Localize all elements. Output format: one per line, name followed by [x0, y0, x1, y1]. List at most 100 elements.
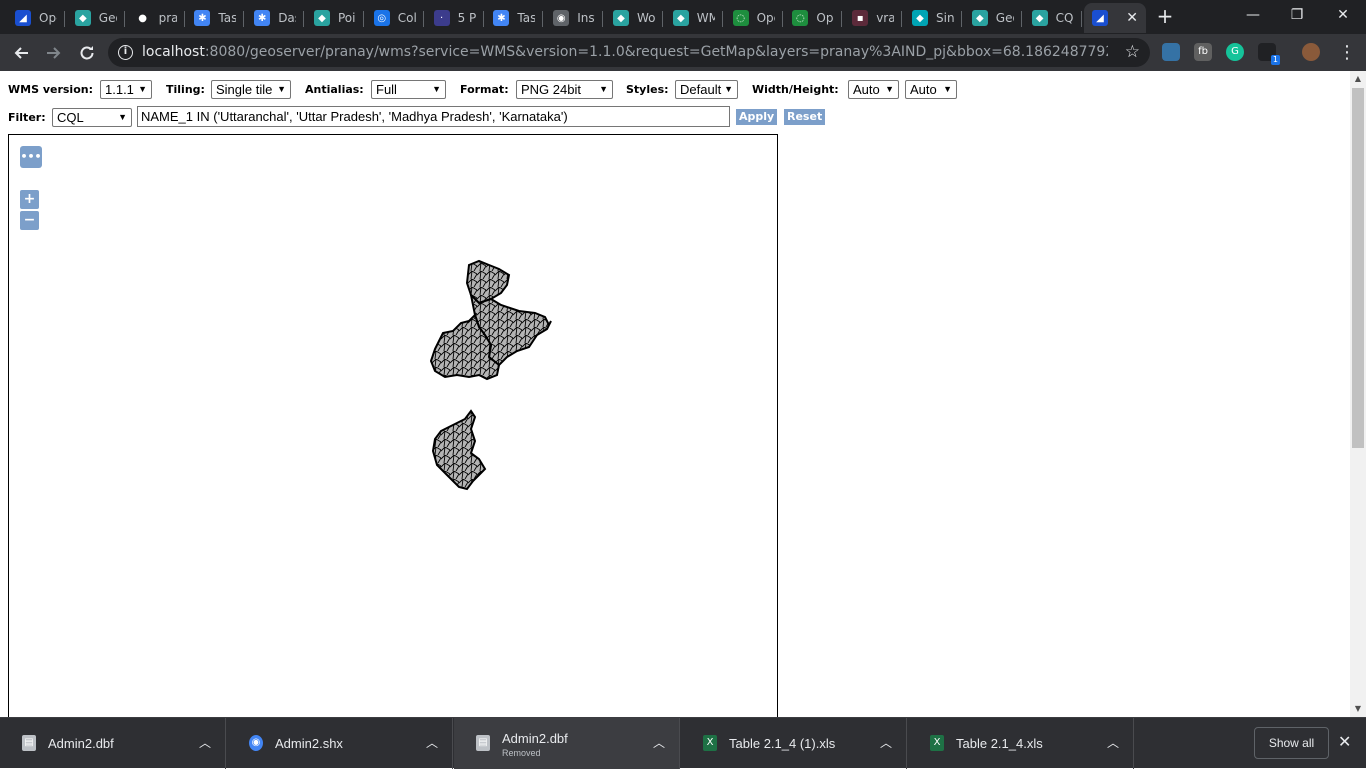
address-bar[interactable]: i localhost:8080/geoserver/pranay/wms?se…	[108, 38, 1150, 67]
download-filename: Admin2.shx	[275, 736, 343, 751]
browser-tab[interactable]: ● prai	[127, 3, 185, 33]
browser-tab[interactable]: ✱ Das	[246, 3, 305, 33]
browser-menu-button[interactable]: ⋮	[1334, 40, 1360, 66]
python-icon[interactable]	[1162, 43, 1180, 61]
chevron-up-icon[interactable]: ︿	[653, 734, 665, 751]
browser-tab[interactable]: ✱ Tasl	[485, 3, 544, 33]
tab-separator	[243, 11, 245, 27]
download-filename: Table 2.1_4 (1).xls	[729, 736, 836, 751]
styles-select[interactable]: Default ▼	[675, 80, 738, 99]
browser-tab[interactable]: ◢ Ope	[7, 3, 65, 33]
width-select[interactable]: Auto ▼	[848, 80, 899, 99]
vertical-scrollbar[interactable]: ▲ ▼	[1350, 71, 1366, 717]
chevron-up-icon[interactable]: ︿	[199, 734, 211, 751]
restore-button[interactable]: ❐	[1282, 4, 1312, 26]
tab-label: Tasl	[517, 11, 536, 25]
tiling-select[interactable]: Single tile ▼	[211, 80, 291, 99]
reload-button[interactable]	[74, 40, 100, 66]
browser-tab[interactable]: ◆ Sinç	[904, 3, 962, 33]
map-viewport[interactable]: ••• + −	[8, 134, 778, 717]
url-text[interactable]: localhost:8080/geoserver/pranay/wms?serv…	[142, 44, 1108, 60]
download-item[interactable]: ▤ Admin2.dbf ︿	[0, 718, 226, 769]
apply-button[interactable]: Apply	[736, 109, 778, 125]
close-window-button[interactable]: ✕	[1328, 4, 1358, 26]
browser-tab[interactable]: ◌ Ope	[725, 3, 783, 33]
tab-separator	[1080, 11, 1082, 27]
tab-label: Poir	[338, 11, 356, 25]
tab-active[interactable]: ◢ ✕	[1084, 3, 1146, 33]
height-select[interactable]: Auto ▼	[905, 80, 957, 99]
cube-icon[interactable]: 1	[1258, 43, 1280, 65]
tab-separator	[1020, 11, 1022, 27]
tab-separator	[901, 11, 903, 27]
zoom-out-button[interactable]: −	[20, 211, 39, 230]
back-button[interactable]	[8, 40, 34, 66]
tab-label: CQL	[1055, 11, 1074, 25]
map-toolbar-toggle-button[interactable]: •••	[20, 146, 42, 168]
wms-version-select[interactable]: 1.1.1 ▼	[100, 80, 152, 99]
browser-tab[interactable]: ▪ vrai	[844, 3, 903, 33]
download-item[interactable]: X Table 2.1_4 (1).xls ︿	[681, 718, 907, 769]
scroll-up-icon[interactable]: ▲	[1350, 71, 1366, 87]
minimize-button[interactable]: —	[1238, 4, 1268, 26]
download-item[interactable]: ▤ Admin2.dbf Removed ︿	[454, 718, 680, 769]
download-shelf: ▤ Admin2.dbf ︿ ◉ Admin2.shx ︿ ▤ Admin2.dbf Remov…	[0, 717, 1366, 769]
chevron-up-icon[interactable]: ︿	[426, 734, 438, 751]
profile-avatar-icon[interactable]	[1302, 43, 1320, 61]
forward-button[interactable]	[41, 40, 67, 66]
forward-arrow-icon	[47, 47, 61, 59]
new-tab-button[interactable]: +	[1154, 6, 1176, 28]
browser-tab[interactable]: ◎ Coll	[366, 3, 424, 33]
url-host: localhost	[142, 44, 205, 60]
scroll-down-icon[interactable]: ▼	[1350, 701, 1366, 717]
tab-separator	[721, 11, 723, 27]
tab-label: Coll	[397, 11, 416, 25]
browser-tab[interactable]: ◆ Geo	[67, 3, 125, 33]
close-shelf-icon[interactable]: ✕	[1338, 732, 1351, 751]
tab-label: Das	[278, 11, 296, 25]
browser-tab[interactable]: ✱ Tasl	[186, 3, 245, 33]
download-item[interactable]: X Table 2.1_4.xls ︿	[908, 718, 1134, 769]
tab-label: Inst	[577, 11, 595, 25]
chevron-down-icon: ▼	[943, 84, 952, 94]
region-uttar-pradesh	[469, 291, 552, 367]
browser-tab[interactable]: ◉ Inst	[545, 3, 604, 33]
close-tab-icon[interactable]: ✕	[1126, 10, 1138, 26]
region-uttaranchal	[465, 259, 511, 305]
bookmark-star-icon[interactable]: ☆	[1125, 42, 1140, 62]
reset-button[interactable]: Reset	[784, 109, 826, 125]
show-all-button[interactable]: Show all	[1254, 727, 1329, 759]
browser-tab[interactable]: ◆ CQL	[1024, 3, 1082, 33]
browser-tab[interactable]: ◆ Wor	[605, 3, 663, 33]
download-item[interactable]: ◉ Admin2.shx ︿	[227, 718, 453, 769]
chevron-up-icon[interactable]: ︿	[1107, 734, 1119, 751]
zoom-in-button[interactable]: +	[20, 190, 39, 209]
wms-version-label: WMS version:	[8, 83, 93, 96]
browser-tab[interactable]: ◌ Ope	[784, 3, 843, 33]
filter-expression-input[interactable]: NAME_1 IN ('Uttaranchal', 'Uttar Pradesh…	[137, 106, 730, 127]
format-select[interactable]: PNG 24bit ▼	[516, 80, 613, 99]
antialias-select[interactable]: Full ▼	[371, 80, 446, 99]
openlayers-icon: ◢	[15, 10, 31, 26]
tab-label: Tasl	[218, 11, 237, 25]
gear-icon: ✱	[254, 10, 271, 26]
tab-label: Ope	[816, 11, 834, 25]
tab-separator	[781, 11, 783, 27]
browser-tab[interactable]: ◆ Poir	[306, 3, 364, 33]
scrollbar-thumb[interactable]	[1352, 88, 1364, 448]
grammarly-icon[interactable]: G	[1226, 43, 1244, 61]
browser-tab[interactable]: ◆ Geo	[964, 3, 1022, 33]
browser-tab[interactable]: ◆ WM	[665, 3, 723, 33]
tab-label: prai	[158, 11, 177, 25]
chevron-down-icon: ▼	[885, 84, 894, 94]
dot-icon: ·	[433, 10, 450, 26]
chevron-up-icon[interactable]: ︿	[880, 734, 892, 751]
browser-tab[interactable]: · 5 Pc	[426, 3, 484, 33]
site-info-icon[interactable]: i	[118, 45, 133, 60]
region-madhya-pradesh	[429, 313, 501, 381]
url-path: :8080/geoserver/pranay/wms?service=WMS&v…	[204, 44, 1108, 60]
antialias-label: Antialias:	[305, 83, 364, 96]
filter-type-select[interactable]: CQL ▼	[52, 108, 132, 127]
chevron-down-icon: ▼	[432, 84, 441, 94]
fb-icon[interactable]: fb	[1194, 43, 1212, 61]
